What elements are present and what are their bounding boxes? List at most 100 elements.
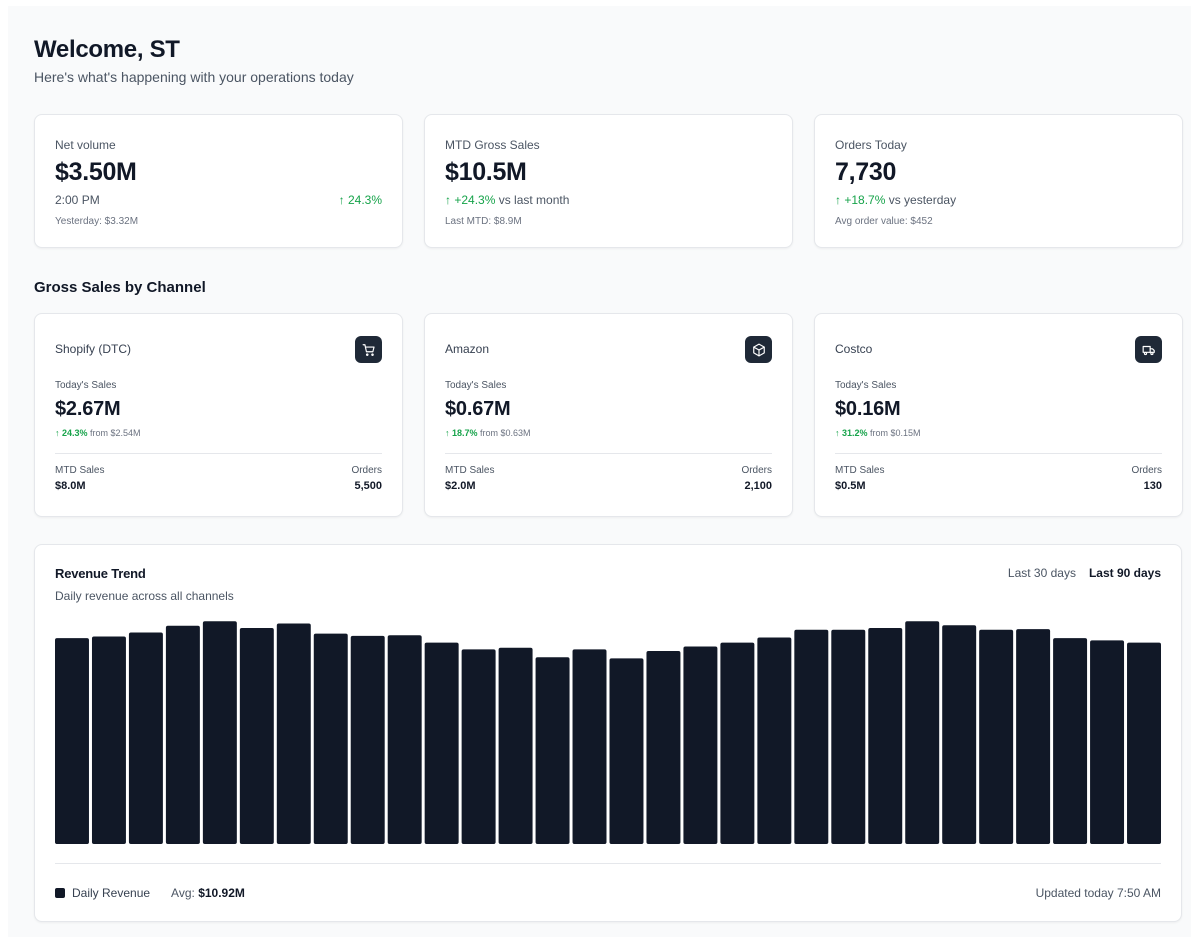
revenue-bar-9[interactable] <box>350 635 385 844</box>
sales-change-from: from $0.15M <box>867 428 921 438</box>
channel-name: Costco <box>835 342 873 356</box>
orders-label: Orders <box>1131 465 1162 476</box>
chart-title: Revenue Trend <box>55 566 146 581</box>
sales-change: ↑ 24.3% from $2.54M <box>55 428 141 438</box>
kpi-change-suffix: vs yesterday <box>885 193 957 207</box>
chart-legend: Daily Revenue Avg: $10.92M <box>55 886 245 900</box>
orders-label: Orders <box>351 465 382 476</box>
channel-name: Shopify (DTC) <box>55 342 132 356</box>
kpi-label: Net volume <box>55 138 116 152</box>
revenue-bar-7[interactable] <box>276 623 311 845</box>
kpi-change-line: ↑ +18.7% vs yesterday <box>835 193 956 207</box>
revenue-bar-8[interactable] <box>313 633 348 844</box>
page-subtitle: Here's what's happening with your operat… <box>34 69 354 85</box>
revenue-bar-22[interactable] <box>831 629 866 844</box>
kpi-change-line: ↑ +24.3% vs last month <box>445 193 569 207</box>
revenue-bar-10[interactable] <box>387 635 422 844</box>
mtd-sales-value: $0.5M <box>835 480 866 492</box>
mtd-sales-label: MTD Sales <box>445 465 495 476</box>
revenue-bar-chart <box>55 621 1161 845</box>
kpi-footnote: Last MTD: $8.9M <box>445 216 522 227</box>
package-icon <box>745 336 772 363</box>
kpi-label: Orders Today <box>835 138 907 152</box>
divider <box>445 453 772 454</box>
channel-card-amazon: Amazon Today's Sales $0.67M ↑ 18.7% from… <box>424 313 793 517</box>
divider <box>835 453 1162 454</box>
revenue-bar-20[interactable] <box>757 637 792 844</box>
divider <box>55 863 1161 864</box>
average-label: Avg: <box>171 886 199 900</box>
range-toggle: Last 30 days Last 90 days <box>1008 566 1161 580</box>
kpi-change-suffix: vs last month <box>495 193 570 207</box>
kpi-label: MTD Gross Sales <box>445 138 540 152</box>
today-sales-value: $0.67M <box>445 398 511 420</box>
revenue-bar-12[interactable] <box>461 649 496 844</box>
sales-change-from: from $2.54M <box>87 428 141 438</box>
revenue-bar-5[interactable] <box>202 621 237 844</box>
kpi-change: ↑ +18.7% <box>835 193 886 207</box>
kpi-value: $3.50M <box>55 158 137 186</box>
revenue-bar-25[interactable] <box>942 625 977 844</box>
channel-card-shopify: Shopify (DTC) Today's Sales $2.67M ↑ 24.… <box>34 313 403 517</box>
section-title-channels: Gross Sales by Channel <box>34 279 206 296</box>
kpi-footnote: Avg order value: $452 <box>835 216 933 227</box>
kpi-card-net-volume: Net volume $3.50M 2:00 PM ↑ 24.3% Yester… <box>34 114 403 248</box>
mtd-sales-value: $8.0M <box>55 480 86 492</box>
channel-name: Amazon <box>445 342 490 356</box>
legend-swatch <box>55 888 65 898</box>
revenue-bar-30[interactable] <box>1127 642 1161 844</box>
range-button-90-days[interactable]: Last 90 days <box>1089 566 1161 580</box>
revenue-bar-27[interactable] <box>1016 629 1051 844</box>
legend-label: Daily Revenue <box>72 886 151 900</box>
mtd-sales-label: MTD Sales <box>55 465 105 476</box>
today-sales-label: Today's Sales <box>55 380 117 391</box>
revenue-bar-14[interactable] <box>535 657 570 844</box>
revenue-bar-21[interactable] <box>794 629 829 844</box>
orders-value: 2,100 <box>744 480 772 492</box>
sales-change: ↑ 31.2% from $0.15M <box>835 428 921 438</box>
kpi-footnote: Yesterday: $3.32M <box>55 216 139 227</box>
mtd-sales-label: MTD Sales <box>835 465 885 476</box>
revenue-bar-11[interactable] <box>424 642 459 844</box>
truck-icon <box>1135 336 1162 363</box>
revenue-bar-17[interactable] <box>646 650 681 844</box>
revenue-bar-6[interactable] <box>239 628 274 844</box>
channel-card-costco: Costco Today's Sales $0.16M ↑ 31.2% from… <box>814 313 1183 517</box>
divider <box>55 453 382 454</box>
kpi-change: ↑ +24.3% <box>445 193 496 207</box>
revenue-bar-24[interactable] <box>905 621 940 844</box>
revenue-bar-28[interactable] <box>1053 638 1088 844</box>
revenue-bar-18[interactable] <box>683 646 718 844</box>
average-revenue: Avg: $10.92M <box>171 886 245 900</box>
revenue-bar-16[interactable] <box>609 658 644 844</box>
revenue-bar-13[interactable] <box>498 647 533 844</box>
shopping-cart-icon <box>355 336 382 363</box>
revenue-bar-2[interactable] <box>91 636 126 844</box>
average-value: $10.92M <box>198 886 245 900</box>
revenue-bar-15[interactable] <box>572 649 607 844</box>
sales-change-percent: ↑ 18.7% <box>445 428 478 438</box>
sales-change-from: from $0.63M <box>477 428 531 438</box>
orders-value: 130 <box>1143 480 1162 492</box>
chart-subtitle: Daily revenue across all channels <box>55 589 234 603</box>
revenue-bar-3[interactable] <box>128 632 163 845</box>
kpi-value: $10.5M <box>445 158 527 186</box>
kpi-time: 2:00 PM <box>55 193 100 207</box>
revenue-bar-23[interactable] <box>868 628 903 844</box>
revenue-bar-26[interactable] <box>979 629 1014 844</box>
today-sales-label: Today's Sales <box>835 380 897 391</box>
revenue-bar-1[interactable] <box>55 638 89 844</box>
range-button-30-days[interactable]: Last 30 days <box>1008 566 1076 580</box>
sales-change-percent: ↑ 31.2% <box>835 428 868 438</box>
updated-timestamp: Updated today 7:50 AM <box>1035 886 1161 900</box>
today-sales-value: $0.16M <box>835 398 901 420</box>
orders-label: Orders <box>741 465 772 476</box>
revenue-bar-29[interactable] <box>1090 640 1125 844</box>
sales-change: ↑ 18.7% from $0.63M <box>445 428 531 438</box>
kpi-value: 7,730 <box>835 158 897 186</box>
kpi-change: ↑ 24.3% <box>338 193 382 207</box>
revenue-bar-4[interactable] <box>165 625 200 844</box>
orders-value: 5,500 <box>354 480 382 492</box>
revenue-bar-19[interactable] <box>720 642 755 844</box>
dashboard-page: Welcome, ST Here's what's happening with… <box>8 6 1191 937</box>
